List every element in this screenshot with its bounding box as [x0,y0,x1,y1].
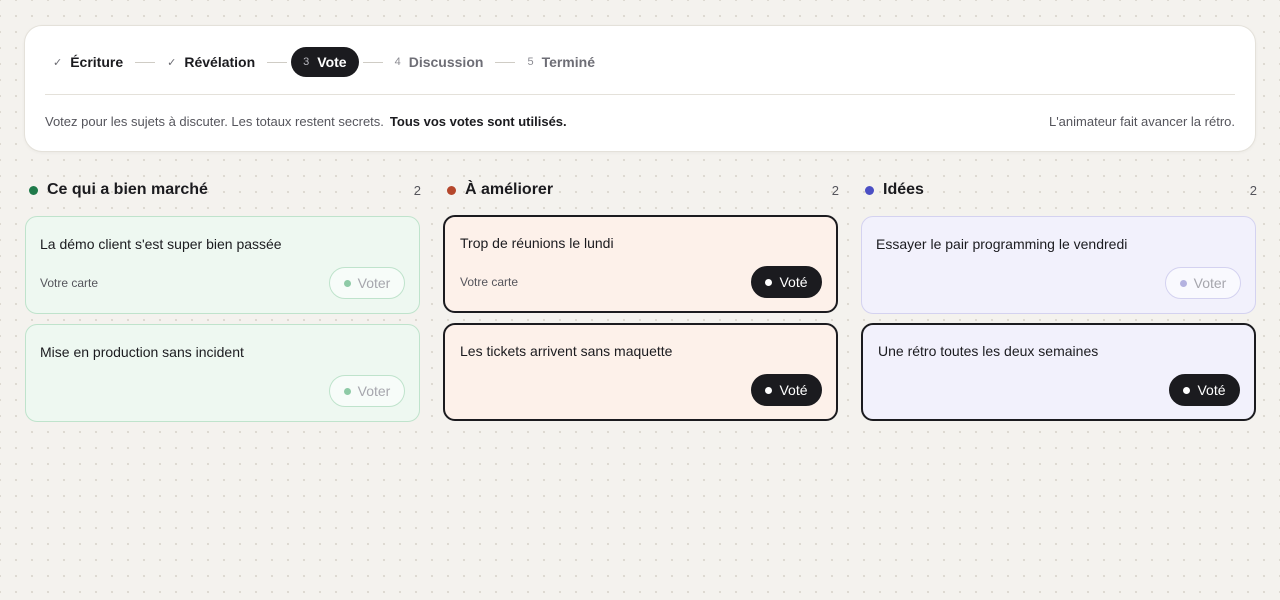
phase-stepper: ✓ Écriture ✓ Révélation 3 Vote 4 Discuss… [45,47,603,77]
retro-card: Trop de réunions le lundi Votre carte Vo… [443,215,838,313]
step-number: 4 [394,56,401,68]
vote-label: Voté [779,382,808,398]
card-count: 2 [831,182,839,198]
vote-button[interactable]: Voté [751,266,822,298]
card-text: Une rétro toutes les deux semaines [878,343,1099,359]
vote-button[interactable]: Voter [329,375,405,407]
step-connector [267,61,288,63]
step-vote: 3 Vote [291,47,359,77]
card-count: 2 [413,182,421,198]
step-connector [495,61,516,63]
check-icon: ✓ [167,56,177,69]
column-title: À améliorer [465,181,554,198]
phase-panel: ✓ Écriture ✓ Révélation 3 Vote 4 Discuss… [24,25,1256,152]
vote-button[interactable]: Voter [1165,267,1241,299]
own-card-label: Votre carte [40,276,99,290]
vote-label: Voté [1197,382,1226,398]
column-color-dot [865,185,874,195]
step-connector [135,61,156,63]
retro-card: Essayer le pair programming le vendredi … [861,216,1256,314]
step-discussion: 4 Discussion [387,47,492,77]
card-count: 2 [1249,182,1257,198]
step-label: Discussion [408,54,484,70]
vote-label: Voter [357,383,391,399]
card-text: Les tickets arrivent sans maquette [460,343,673,359]
step-label: Terminé [541,54,595,70]
card-text: Mise en production sans incident [40,344,244,360]
column-color-dot [29,185,38,195]
step-label: Révélation [184,54,256,70]
card-text: La démo client s'est super bien passée [40,236,282,252]
card-text: Essayer le pair programming le vendredi [876,236,1128,252]
vote-dot-icon [1183,386,1191,394]
instructions-text: Votez pour les sujets à discuter. Les to… [45,114,384,129]
vote-dot-icon [343,387,351,395]
retro-card: La démo client s'est super bien passée V… [25,216,420,314]
vote-dot-icon [765,386,773,394]
vote-button[interactable]: Voté [1169,374,1240,406]
vote-dot-icon [765,278,773,286]
panel-divider [45,94,1235,95]
facilitator-note: L'animateur fait avancer la rétro. [1048,114,1235,129]
retro-card: Les tickets arrivent sans maquette Voté [443,323,838,421]
step-revelation: ✓ Révélation [159,47,263,77]
vote-instructions: Votez pour les sujets à discuter. Les to… [45,114,567,129]
column-went-well: Ce qui a bien marché 2 La démo client s'… [25,180,423,422]
column-header: Ce qui a bien marché 2 [25,180,423,200]
step-label: Écriture [70,54,124,70]
votes-used-notice: Tous vos votes sont utilisés. [389,114,567,129]
step-connector [362,61,383,63]
retro-card: Mise en production sans incident Voter [25,324,420,422]
card-text: Trop de réunions le lundi [460,235,614,251]
vote-button[interactable]: Voter [329,267,405,299]
check-icon: ✓ [53,56,63,69]
column-title: Ce qui a bien marché [47,181,208,198]
own-card-label: Votre carte [460,275,519,289]
column-header: Idées 2 [861,180,1259,200]
vote-dot-icon [343,279,351,287]
step-termine: 5 Terminé [519,47,603,77]
step-number: 5 [527,56,534,68]
column-title: Idées [883,181,924,198]
vote-label: Voter [357,275,391,291]
retro-card: Une rétro toutes les deux semaines Voté [861,323,1256,421]
step-number: 3 [303,56,310,68]
column-to-improve: À améliorer 2 Trop de réunions le lundi … [443,180,841,421]
step-ecriture: ✓ Écriture [45,47,131,77]
step-label: Vote [317,54,347,70]
column-ideas: Idées 2 Essayer le pair programming le v… [861,180,1259,421]
vote-dot-icon [1179,279,1187,287]
column-header: À améliorer 2 [443,180,841,200]
vote-label: Voter [1193,275,1227,291]
vote-label: Voté [779,274,808,290]
vote-button[interactable]: Voté [751,374,822,406]
column-color-dot [447,185,456,195]
